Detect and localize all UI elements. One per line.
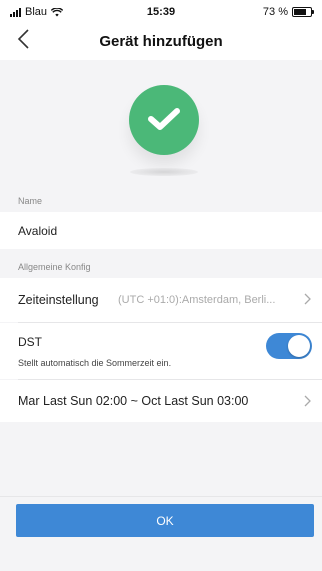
footer: OK	[0, 496, 322, 571]
battery-percent: 73 %	[262, 6, 288, 18]
chevron-right-icon	[304, 395, 312, 410]
time-setting-row[interactable]: Zeiteinstellung (UTC +01:0):Amsterdam, B…	[0, 278, 322, 322]
dst-title: DST	[18, 335, 42, 349]
name-section-label: Name	[18, 196, 43, 206]
name-field[interactable]: Avaloid	[0, 212, 322, 249]
dst-subtitle: Stellt automatisch die Sommerzeit ein.	[18, 358, 172, 368]
status-bar: Blau 15:39 73 %	[0, 0, 322, 22]
general-section-label: Allgemeine Konfig	[18, 262, 91, 272]
dst-row: DST Stellt automatisch die Sommerzeit ei…	[0, 323, 322, 379]
hero-area	[0, 60, 322, 185]
battery-icon	[292, 7, 314, 17]
dst-toggle[interactable]	[266, 333, 312, 359]
name-value[interactable]: Avaloid	[18, 224, 57, 238]
navigation-bar: Gerät hinzufügen	[0, 22, 322, 60]
ok-button[interactable]: OK	[16, 504, 314, 537]
status-bar-right: 73 %	[262, 6, 314, 18]
chevron-right-icon	[304, 293, 312, 308]
battery-fill	[294, 9, 306, 15]
time-setting-label: Zeiteinstellung	[18, 293, 99, 307]
dst-range-row[interactable]: Mar Last Sun 02:00 ~ Oct Last Sun 03:00	[0, 380, 322, 422]
success-check-icon	[129, 85, 199, 155]
time-setting-value: (UTC +01:0):Amsterdam, Berli...	[118, 294, 276, 306]
page-title: Gerät hinzufügen	[99, 33, 223, 50]
icon-shadow	[130, 168, 198, 176]
toggle-knob	[288, 335, 310, 357]
dst-range-value: Mar Last Sun 02:00 ~ Oct Last Sun 03:00	[18, 394, 249, 408]
